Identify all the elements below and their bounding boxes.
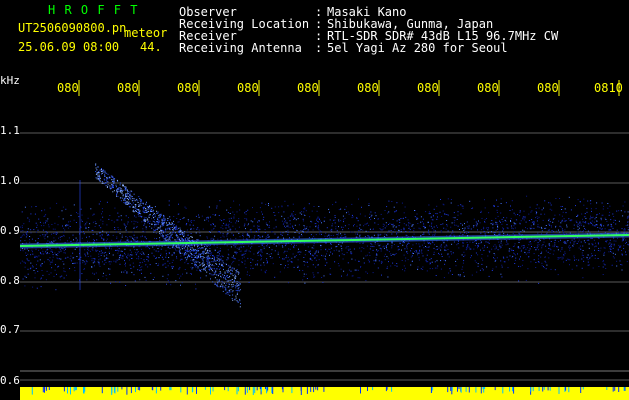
time-tick-label: 080 (297, 81, 319, 95)
bottom-signal-bar (20, 387, 629, 400)
antenna-sep: : (315, 41, 323, 55)
antenna-label: Receiving Antenna (179, 41, 302, 55)
time-tick-label: 080 (357, 81, 379, 95)
time-tick-marks (78, 80, 620, 290)
y-tick-label: 0.9 (0, 224, 20, 237)
antenna-value: 5el Yagi Az 280 for Seoul (327, 41, 508, 55)
y-tick-label: 0.8 (0, 274, 20, 287)
time-tick-label: 080 (477, 81, 499, 95)
y-tick-label: 1.0 (0, 174, 20, 187)
time-tick-label: 080 (57, 81, 79, 95)
date-time: 25.06.09 08:00 (18, 40, 120, 54)
event-type: meteor (124, 26, 168, 40)
time-tick-label: 080 (417, 81, 439, 95)
y-tick-label: 1.1 (0, 124, 20, 137)
grid-lines (20, 132, 629, 381)
brand-title: H R O F F T (48, 3, 139, 17)
y-tick-label: 0.7 (0, 323, 20, 336)
event-count: 44. (140, 40, 162, 54)
meteor-trail (95, 163, 241, 308)
time-tick-label: 080 (117, 81, 139, 95)
time-tick-label: 080 (537, 81, 559, 95)
y-axis-unit: kHz (0, 74, 20, 87)
time-tick-label: 0810 (594, 81, 623, 95)
file-name: UT2506090800.pn (18, 21, 127, 35)
time-tick-label: 080 (177, 81, 199, 95)
time-tick-label: 080 (237, 81, 259, 95)
spectrogram-plot (19, 80, 629, 400)
y-tick-label: 0.6 (0, 374, 20, 387)
